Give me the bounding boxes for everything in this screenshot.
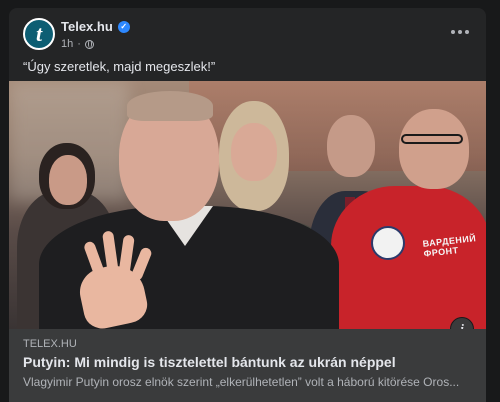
info-icon: i	[460, 321, 464, 329]
more-options-icon	[451, 30, 455, 34]
globe-icon	[84, 39, 94, 49]
page-name-row: Telex.hu ✓	[61, 19, 130, 34]
post-caption: “Úgy szeretlek, majd megeszlek!”	[23, 59, 216, 74]
page-avatar[interactable]: t	[23, 18, 55, 50]
page-name-link[interactable]: Telex.hu	[61, 19, 113, 34]
post-header: t Telex.hu ✓ 1h ·	[9, 8, 486, 60]
link-preview-card[interactable]: ВАРДЕНИЙ ФРОНТ i TELEX.HU Putyin: Mi min…	[9, 81, 486, 402]
verified-badge-icon: ✓	[117, 20, 130, 33]
link-domain: TELEX.HU	[23, 338, 77, 350]
post-meta: 1h ·	[61, 38, 94, 50]
more-options-button[interactable]	[448, 22, 472, 42]
link-description: Vlagyimir Putyin orosz elnök szerint „el…	[23, 375, 460, 389]
feed-post: t Telex.hu ✓ 1h · “Úgy szeretlek, majd m…	[9, 8, 486, 402]
link-preview-image[interactable]: ВАРДЕНИЙ ФРОНТ i	[9, 81, 486, 329]
post-timestamp[interactable]: 1h	[61, 38, 73, 50]
link-title[interactable]: Putyin: Mi mindig is tisztelettel bántun…	[23, 354, 396, 370]
link-info-bar[interactable]: TELEX.HU Putyin: Mi mindig is tisztelett…	[9, 329, 486, 402]
